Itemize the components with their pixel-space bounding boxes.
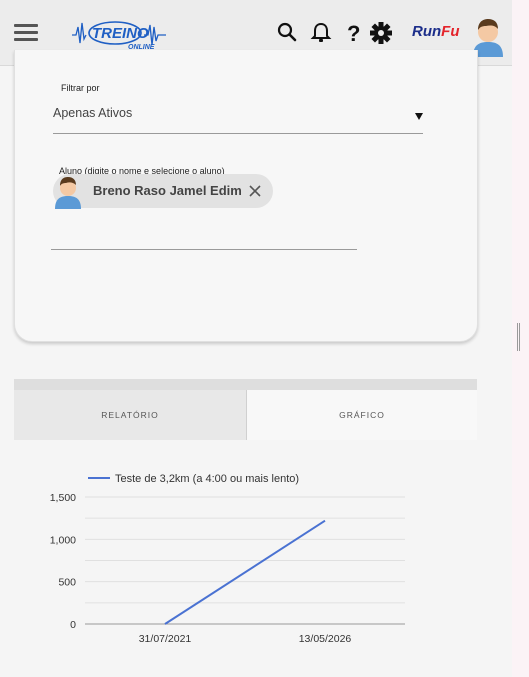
caret-down-icon <box>415 113 423 120</box>
gear-icon[interactable] <box>367 19 395 47</box>
x-axis-ticks: 31/07/2021 13/05/2026 <box>139 633 352 645</box>
resize-handle[interactable] <box>517 323 520 351</box>
svg-text:?: ? <box>347 21 360 46</box>
brand-left: Run <box>412 23 442 40</box>
filter-card: Filtrar por Apenas Ativos Aluno (digite … <box>14 50 478 342</box>
line-chart: 0 500 1,000 1,500 31/07/2021 13/05/2026 Test… <box>50 473 405 645</box>
y-tick-label: 500 <box>58 577 76 589</box>
close-icon[interactable] <box>246 182 264 200</box>
brand-right: Fu <box>441 23 460 40</box>
tab-chart[interactable]: GRÁFICO <box>246 390 477 440</box>
y-tick-label: 0 <box>70 619 76 631</box>
bell-icon[interactable] <box>307 19 335 47</box>
chart-series <box>164 519 326 625</box>
series-line <box>164 519 326 625</box>
logo-text: TREINO <box>92 25 149 42</box>
tab-report[interactable]: RELATÓRIO <box>14 390 246 440</box>
legend-label: Teste de 3,2km (a 4:00 ou mais lento) <box>115 473 299 485</box>
chart-grid <box>85 496 405 625</box>
treino-online-logo[interactable]: TREINO ONLINE <box>70 13 170 55</box>
student-input-underline[interactable] <box>51 249 357 250</box>
student-chip[interactable]: Breno Raso Jamel Edim <box>53 174 273 209</box>
help-icon[interactable]: ? <box>340 19 368 47</box>
y-axis-ticks: 0 500 1,000 1,500 <box>50 492 76 631</box>
scroll-gutter <box>512 0 529 677</box>
filter-value: Apenas Ativos <box>53 106 133 120</box>
filter-label: Filtrar por <box>61 83 100 93</box>
x-tick-label: 31/07/2021 <box>139 633 192 645</box>
tabs-bar: RELATÓRIO GRÁFICO <box>14 379 477 440</box>
x-tick-label: 13/05/2026 <box>299 633 352 645</box>
filter-select[interactable]: Apenas Ativos <box>53 100 423 134</box>
student-avatar <box>55 177 81 209</box>
runfu-brand[interactable]: RunFu <box>412 23 460 40</box>
menu-icon[interactable] <box>14 21 40 43</box>
y-tick-label: 1,500 <box>50 492 76 504</box>
student-chip-label: Breno Raso Jamel Edim <box>93 183 242 198</box>
y-tick-label: 1,000 <box>50 534 76 546</box>
search-icon[interactable] <box>274 19 302 47</box>
